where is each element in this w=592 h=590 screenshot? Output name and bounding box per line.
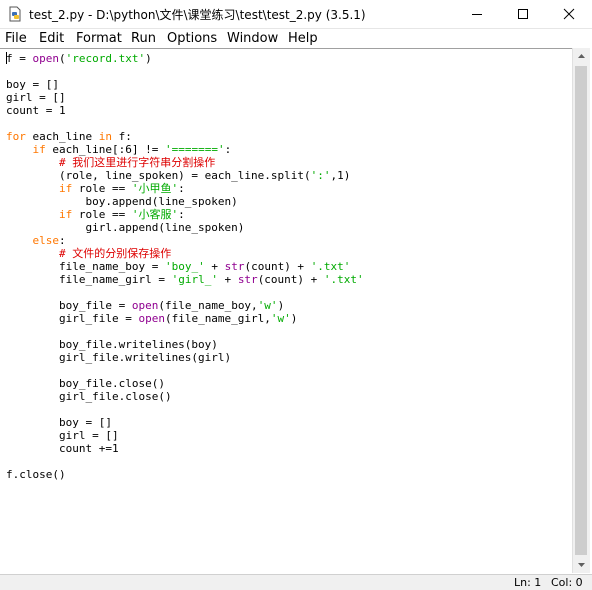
code-line[interactable] [6, 117, 364, 130]
code-line[interactable]: f = open('record.txt') [6, 52, 364, 65]
code-line[interactable]: (role, line_spoken) = each_line.split(':… [6, 169, 364, 182]
vertical-scrollbar[interactable] [572, 48, 590, 573]
close-icon [563, 8, 575, 20]
code-line[interactable] [6, 403, 364, 416]
code-line[interactable]: count = 1 [6, 104, 364, 117]
code-line[interactable] [6, 286, 364, 299]
status-line: Ln: 1 [514, 576, 542, 589]
code-line[interactable]: else: [6, 234, 364, 247]
code-editor[interactable]: f = open('record.txt') boy = [] girl = [] c… [0, 48, 572, 574]
scroll-up-button[interactable] [574, 49, 589, 64]
code-line[interactable]: f.close() [6, 468, 364, 481]
menu-options[interactable]: Options [167, 31, 217, 46]
code-line[interactable]: # 我们这里进行字符串分割操作 [6, 156, 364, 169]
code-line[interactable]: count +=1 [6, 442, 364, 455]
code-line[interactable]: boy.append(line_spoken) [6, 195, 364, 208]
code-line[interactable]: girl.append(line_spoken) [6, 221, 364, 234]
code-line[interactable]: if role == '小客服': [6, 208, 364, 221]
code-line[interactable] [6, 65, 364, 78]
scrollbar-thumb[interactable] [575, 66, 587, 555]
window-title: test_2.py - D:\python\文件\课堂练习\test\test_… [29, 8, 366, 22]
scroll-down-button[interactable] [574, 557, 589, 572]
minimize-icon [472, 14, 482, 15]
menu-help[interactable]: Help [288, 31, 318, 46]
code-line[interactable]: file_name_boy = 'boy_' + str(count) + '.… [6, 260, 364, 273]
python-file-icon[interactable] [7, 6, 23, 22]
status-bar: Ln: 1 Col: 0 [0, 574, 592, 590]
maximize-icon [518, 9, 528, 19]
code-line[interactable]: boy_file = open(file_name_boy,'w') [6, 299, 364, 312]
code-line[interactable]: boy = [] [6, 416, 364, 429]
code-line[interactable]: girl_file = open(file_name_girl,'w') [6, 312, 364, 325]
code-line[interactable]: girl = [] [6, 91, 364, 104]
menu-run[interactable]: Run [131, 31, 156, 46]
arrow-up-icon [578, 54, 585, 58]
menu-bar: File Edit Format Run Options Window Help [0, 29, 592, 48]
code-line[interactable]: if each_line[:6] != '=======': [6, 143, 364, 156]
code-line[interactable]: girl = [] [6, 429, 364, 442]
code-line[interactable]: # 文件的分别保存操作 [6, 247, 364, 260]
code-line[interactable]: if role == '小甲鱼': [6, 182, 364, 195]
code-line[interactable]: girl_file.close() [6, 390, 364, 403]
code-line[interactable] [6, 364, 364, 377]
close-button[interactable] [546, 0, 592, 28]
menu-file[interactable]: File [5, 31, 27, 46]
code-line[interactable] [6, 455, 364, 468]
maximize-button[interactable] [500, 0, 546, 28]
menu-window[interactable]: Window [227, 31, 278, 46]
code-line[interactable] [6, 325, 364, 338]
status-col: Col: 0 [551, 576, 583, 589]
code-line[interactable]: girl_file.writelines(girl) [6, 351, 364, 364]
text-cursor [6, 52, 7, 64]
menu-format[interactable]: Format [76, 31, 122, 46]
code-text[interactable]: f = open('record.txt') boy = [] girl = [] c… [6, 52, 364, 481]
menu-edit[interactable]: Edit [39, 31, 64, 46]
code-line[interactable]: boy = [] [6, 78, 364, 91]
code-line[interactable]: for each_line in f: [6, 130, 364, 143]
code-line[interactable]: boy_file.writelines(boy) [6, 338, 364, 351]
code-line[interactable]: file_name_girl = 'girl_' + str(count) + … [6, 273, 364, 286]
code-line[interactable]: boy_file.close() [6, 377, 364, 390]
title-bar: test_2.py - D:\python\文件\课堂练习\test\test_… [0, 0, 592, 29]
minimize-button[interactable] [454, 0, 500, 28]
arrow-down-icon [578, 563, 585, 567]
